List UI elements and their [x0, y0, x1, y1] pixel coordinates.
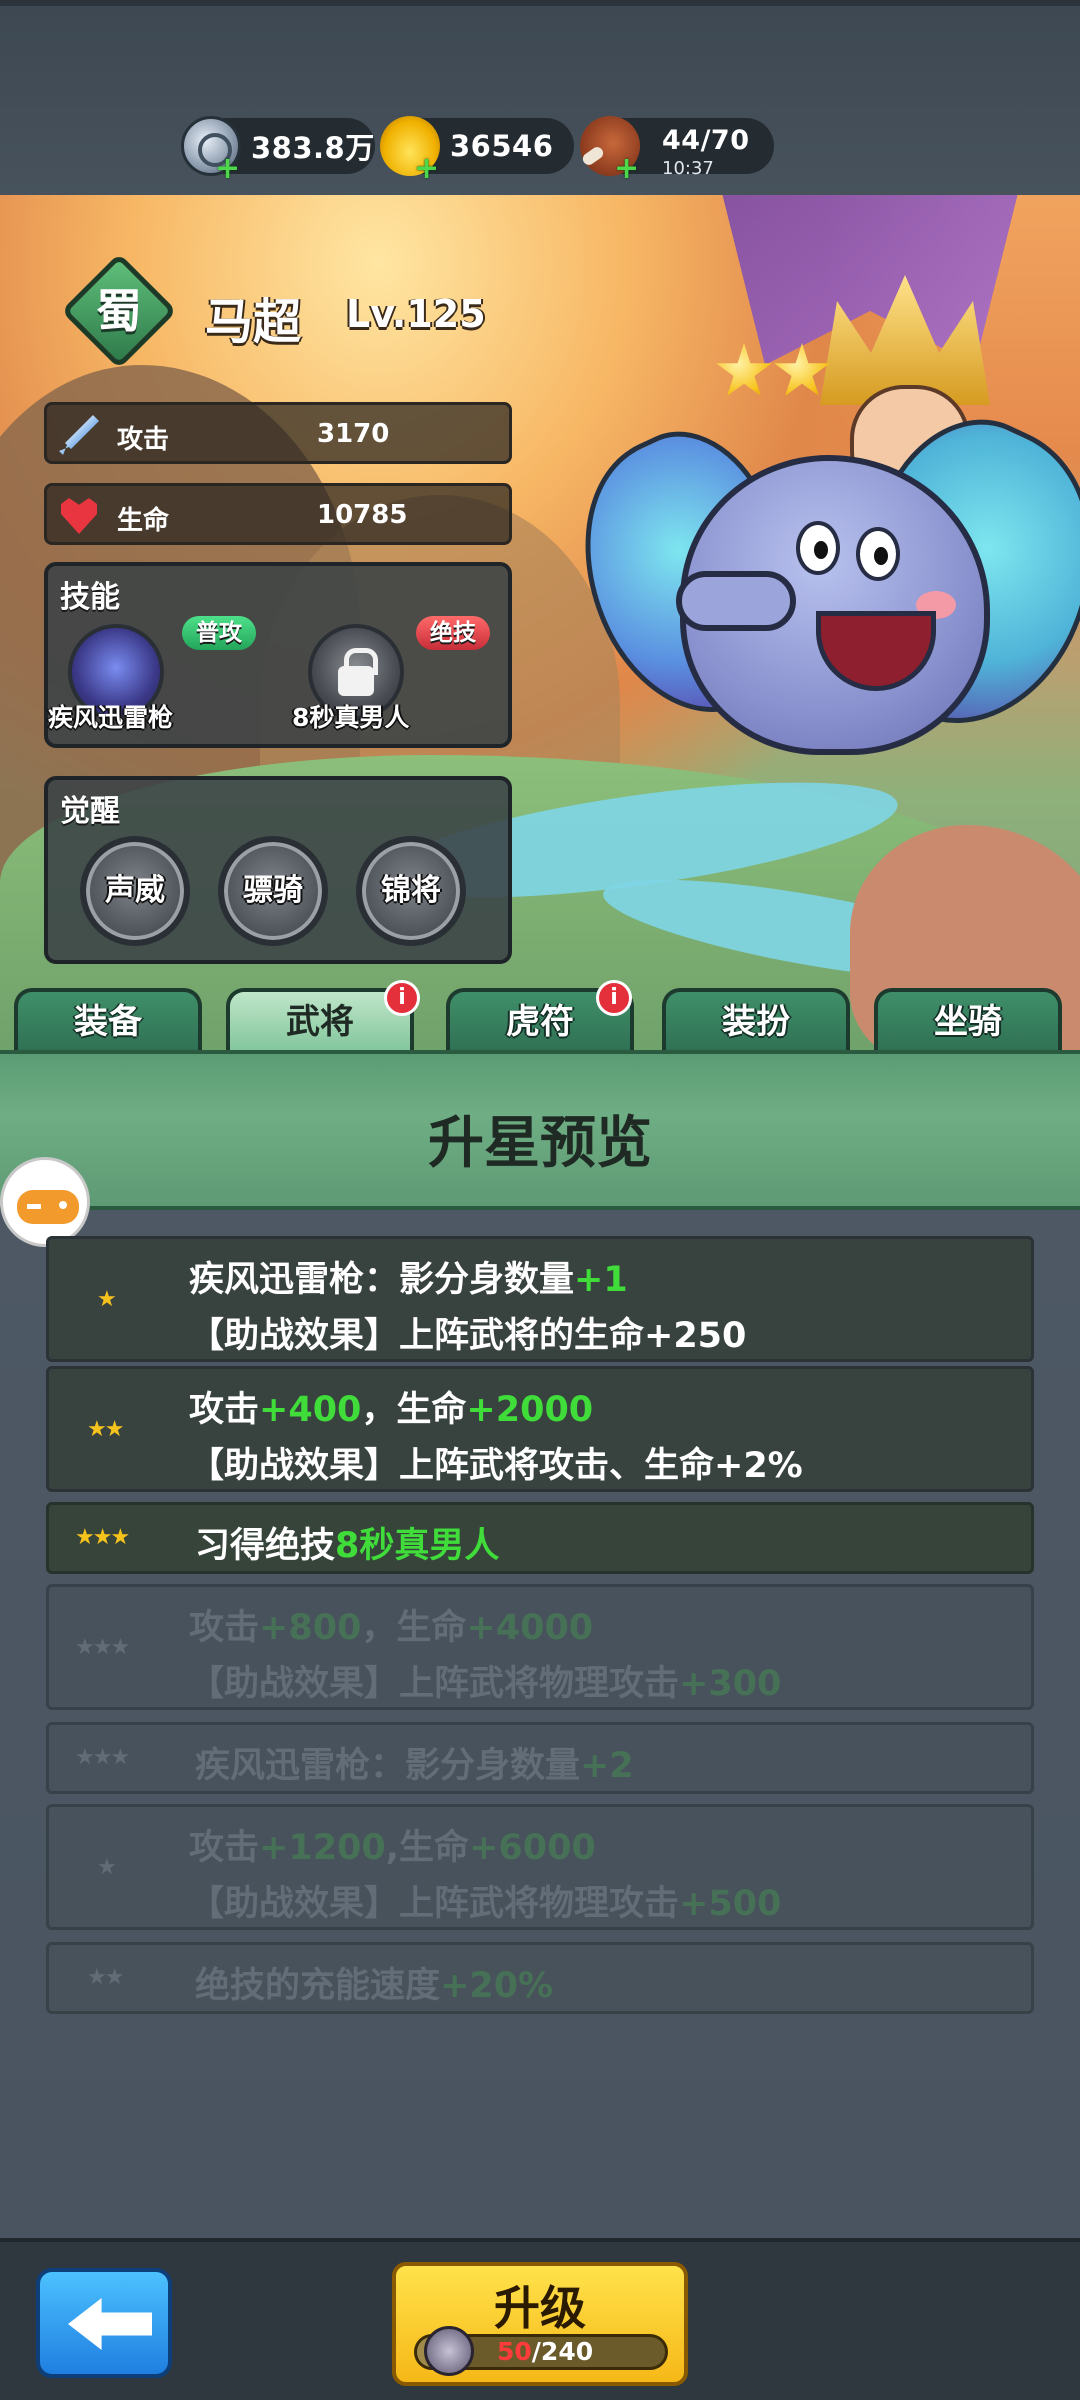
stamina-value: 44/70: [662, 124, 750, 156]
add-stamina-icon[interactable]: +: [614, 154, 639, 184]
awaken-item[interactable]: 锦将: [356, 836, 466, 946]
hero-illustration[interactable]: [540, 195, 1080, 835]
stat-label: 攻击: [117, 425, 170, 455]
tab-equipment[interactable]: 装备: [14, 988, 202, 1054]
hero-shard-avatar: [424, 2326, 474, 2376]
star-row-6: ★ 攻击+1200,生命+6000 【助战效果】上阵武将物理攻击+500: [46, 1804, 1034, 1930]
stat-value: 10785: [317, 500, 408, 530]
tab-outfit[interactable]: 装扮: [662, 988, 850, 1054]
lock-icon: [338, 648, 378, 696]
awaken-title: 觉醒: [60, 794, 120, 829]
hero-name: 马超: [205, 294, 302, 350]
star-row-7: ★★ 绝技的充能速度+20%: [46, 1942, 1034, 2014]
back-button[interactable]: [36, 2268, 172, 2378]
row-line: 【助战效果】上阵武将物理攻击+300: [189, 1664, 782, 1704]
star-rating-icon: ★★★: [75, 1745, 130, 1770]
notification-badge: i: [384, 980, 420, 1016]
star-row-5: ★★★ 疾风迅雷枪：影分身数量+2: [46, 1722, 1034, 1794]
row-line: 【助战效果】上阵武将的生命+250: [189, 1316, 747, 1356]
row-line: 攻击+400，生命+2000: [189, 1390, 594, 1430]
hero-level: Lv.125: [346, 292, 486, 336]
star-rating-icon: ★★: [87, 1965, 124, 1990]
add-silver-icon[interactable]: +: [215, 154, 240, 184]
back-arrow-icon: [68, 2298, 152, 2350]
skill-tag: 普攻: [182, 616, 256, 650]
resource-bar: 383.8万 + 36546 + 44/70 10:37 +: [0, 0, 1080, 195]
upgrade-button[interactable]: 升级 50/240: [392, 2262, 688, 2386]
awaken-item[interactable]: 声威: [80, 836, 190, 946]
awaken-item[interactable]: 骠骑: [218, 836, 328, 946]
row-line: 【助战效果】上阵武将攻击、生命+2%: [189, 1446, 803, 1486]
bottom-bar: 升级 50/240: [0, 2238, 1080, 2400]
star-rating-icon: ★★★: [75, 1525, 130, 1550]
heart-icon: [61, 498, 97, 534]
star-rating-icon: ★: [97, 1855, 117, 1880]
star-rating-icon: ★★: [87, 1417, 124, 1442]
gold-value: 36546: [450, 129, 554, 163]
notification-badge: i: [596, 980, 632, 1016]
silver-resource[interactable]: 383.8万 +: [181, 116, 375, 184]
gold-resource[interactable]: 36546 +: [380, 116, 574, 184]
row-line: 攻击+1200,生命+6000: [189, 1828, 596, 1868]
faction-label: 蜀: [96, 284, 142, 338]
hp-stat: 生命 10785: [44, 483, 512, 545]
row-line: 绝技的充能速度+20%: [195, 1966, 554, 2006]
stat-label: 生命: [117, 506, 170, 536]
stamina-resource[interactable]: 44/70 10:37 +: [580, 116, 774, 184]
row-line: 【助战效果】上阵武将物理攻击+500: [189, 1884, 782, 1924]
silver-value: 383.8万: [251, 131, 375, 165]
row-line: 疾风迅雷枪：影分身数量+2: [195, 1746, 634, 1786]
progress-text: 50/240: [497, 2337, 594, 2366]
skill-name: 8秒真男人: [292, 703, 410, 732]
skills-title: 技能: [60, 580, 120, 615]
skill-tag: 绝技: [416, 616, 490, 650]
star-row-3: ★★★ 习得绝技8秒真男人: [46, 1502, 1034, 1574]
sword-icon: [59, 415, 99, 455]
section-title: 升星预览: [428, 1111, 652, 1176]
row-line: 疾风迅雷枪：影分身数量+1: [189, 1260, 628, 1300]
skills-panel: 技能 普攻 疾风迅雷枪 绝技 8秒真男人: [44, 562, 512, 748]
stamina-timer: 10:37: [662, 158, 714, 179]
tab-bar: 装备 武将 虎符 装扮 坐骑 i i: [0, 980, 1080, 1054]
row-line: 习得绝技8秒真男人: [195, 1526, 500, 1566]
star-row-1: ★ 疾风迅雷枪：影分身数量+1 【助战效果】上阵武将的生命+250: [46, 1236, 1034, 1362]
attack-stat: 攻击 3170: [44, 402, 512, 464]
section-header: 升星预览: [0, 1050, 1080, 1210]
gamepad-icon[interactable]: [0, 1157, 90, 1247]
skill-name: 疾风迅雷枪: [48, 703, 174, 732]
tab-mount[interactable]: 坐骑: [874, 988, 1062, 1054]
star-rating-icon: ★★★: [75, 1635, 130, 1660]
stat-value: 3170: [317, 419, 390, 449]
star-row-4: ★★★ 攻击+800，生命+4000 【助战效果】上阵武将物理攻击+300: [46, 1584, 1034, 1710]
add-gold-icon[interactable]: +: [414, 154, 439, 184]
star-rating-icon: ★: [97, 1287, 117, 1312]
row-line: 攻击+800，生命+4000: [189, 1608, 594, 1648]
star-row-2: ★★ 攻击+400，生命+2000 【助战效果】上阵武将攻击、生命+2%: [46, 1366, 1034, 1492]
